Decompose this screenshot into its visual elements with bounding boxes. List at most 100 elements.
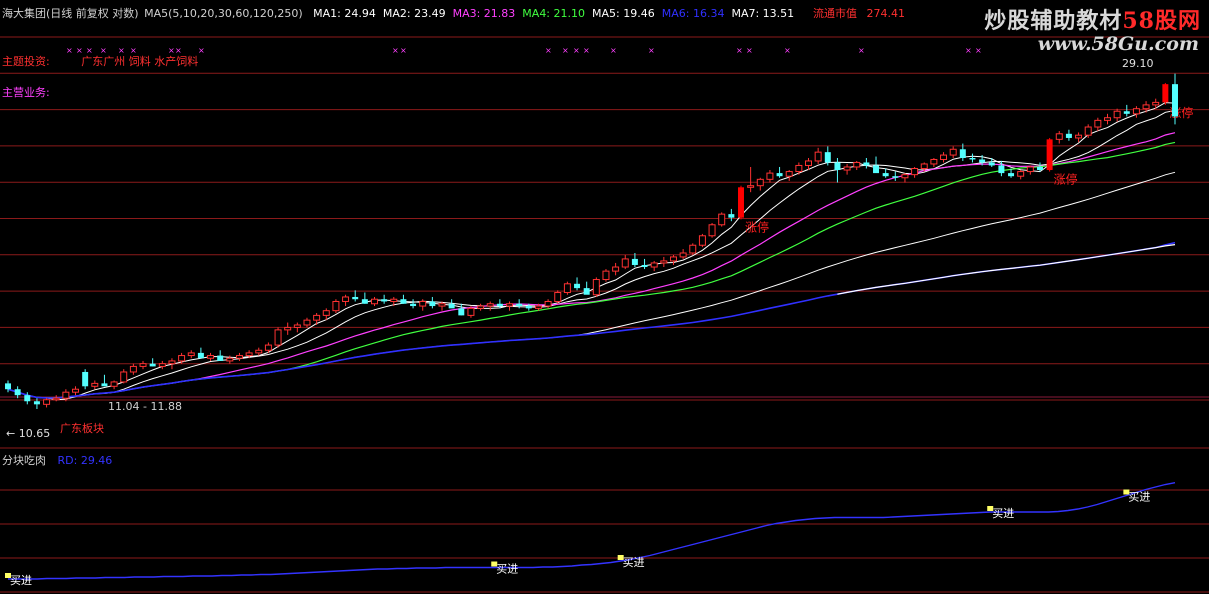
limit-up-label: 涨停	[745, 219, 769, 234]
candle-body	[342, 296, 350, 302]
candle-body	[708, 224, 716, 237]
candle-body	[728, 214, 735, 218]
candle-body	[217, 355, 224, 361]
candle-body	[795, 164, 803, 173]
candle-body	[959, 149, 966, 159]
candle-body	[544, 300, 552, 307]
indicator-header: 分块吃肉 RD: 29.46	[2, 452, 112, 468]
candle-body	[1046, 139, 1053, 171]
candle-body	[747, 185, 755, 188]
ma-value-7: MA7: 13.51	[731, 7, 795, 20]
indicator-line	[8, 482, 1176, 580]
buy-signal-label: 买进	[1128, 491, 1150, 504]
price-high-label: 29.10	[1122, 57, 1154, 70]
stock-chart[interactable]: 涨停涨停涨停29.10← 10.6511.04 - 11.88广东板块× × × × ×…	[0, 0, 1209, 594]
candle-body	[756, 178, 764, 187]
buy-signal-label: 买进	[10, 574, 32, 587]
candle-body	[785, 171, 793, 177]
business-row: 主营业务:	[2, 84, 50, 100]
candle-body	[592, 279, 600, 296]
candle-body	[892, 176, 899, 178]
candle-body	[698, 235, 706, 246]
candle-body	[882, 173, 889, 177]
candle-body	[641, 264, 648, 268]
candle-body	[187, 352, 195, 357]
candle-body	[1008, 173, 1015, 177]
market-cap: 流通市值 274.41	[813, 5, 905, 21]
candle-body	[1055, 133, 1063, 140]
event-marker: ×	[648, 46, 655, 55]
ma-values: MA1: 24.94 MA2: 23.49 MA3: 21.83 MA4: 21.10…	[306, 7, 794, 20]
candle-body	[43, 399, 51, 405]
candle-body	[583, 288, 590, 295]
price-range-label: 11.04 - 11.88	[108, 400, 182, 413]
concept-value: 广东广州 饲料 水产饲料	[81, 55, 199, 68]
chart-header: 海大集团(日线 前复权 对数) MA5(5,10,20,30,60,120,25…	[2, 5, 794, 21]
candle-body	[381, 299, 388, 302]
market-cap-value: 274.41	[866, 7, 906, 20]
candle-body	[496, 303, 503, 307]
indicator-value: RD: 29.46	[57, 454, 113, 467]
candle-body	[1113, 110, 1121, 119]
candle-body	[669, 256, 677, 262]
candle-body	[1036, 166, 1043, 171]
ma-value-5: MA5: 19.46	[592, 7, 655, 20]
ma-line-7	[837, 244, 1176, 295]
ma-value-6: MA6: 16.34	[661, 7, 725, 20]
ma-value-2: MA2: 23.49	[382, 7, 446, 20]
candle-body	[235, 355, 243, 359]
candle-body	[1103, 117, 1111, 121]
candle-body	[969, 158, 976, 160]
candle-body	[419, 300, 427, 307]
candle-body	[5, 383, 11, 390]
candle-body	[534, 305, 542, 309]
candle-body	[901, 174, 909, 179]
candle-body	[429, 301, 436, 307]
candle-body	[178, 355, 186, 362]
candle-body	[293, 324, 301, 328]
candle-body	[563, 283, 571, 294]
candle-body	[120, 371, 128, 383]
candle-body	[979, 159, 986, 163]
candle-body	[988, 162, 995, 166]
candle-body	[284, 326, 292, 331]
ma-value-1: MA1: 24.94	[313, 7, 376, 20]
candle-body	[1026, 166, 1034, 173]
event-marker: ×	[562, 46, 569, 55]
event-marker: ×	[858, 46, 865, 55]
candle-body	[274, 329, 282, 346]
watermark-url: www.58Gu.com	[1037, 33, 1199, 55]
candle-body	[612, 266, 620, 272]
candle-body	[602, 270, 610, 281]
candle-body	[255, 349, 263, 354]
candle-body	[72, 388, 80, 393]
candle-body	[814, 151, 822, 162]
price-low-label: ← 10.65	[6, 427, 50, 440]
candle-body	[158, 363, 166, 367]
candle-body	[313, 314, 321, 321]
candle-body	[863, 162, 870, 166]
event-marker: ×	[583, 46, 590, 55]
candle-body	[911, 167, 919, 176]
candle-body	[679, 252, 687, 258]
candle-body	[738, 187, 744, 218]
watermark-text: 炒股辅助教材	[984, 8, 1123, 34]
candle-body	[805, 160, 812, 166]
candle-body	[390, 298, 398, 302]
candle-body	[438, 303, 446, 307]
candle-body	[689, 244, 697, 254]
candle-body	[930, 158, 938, 165]
ma-line-6	[7, 241, 1176, 399]
candle-body	[303, 319, 311, 326]
ma-value-3: MA3: 21.83	[452, 7, 516, 20]
event-marker: ×	[545, 46, 552, 55]
candle-body	[650, 262, 658, 268]
candle-body	[400, 299, 407, 304]
candle-body	[1123, 111, 1130, 114]
candle-body	[853, 161, 861, 168]
event-marker: ×	[746, 46, 753, 55]
candle-body	[168, 360, 176, 365]
candle-body	[149, 363, 156, 367]
buy-signal-label: 买进	[623, 556, 645, 569]
chart-title: 海大集团(日线 前复权 对数)	[2, 7, 139, 20]
